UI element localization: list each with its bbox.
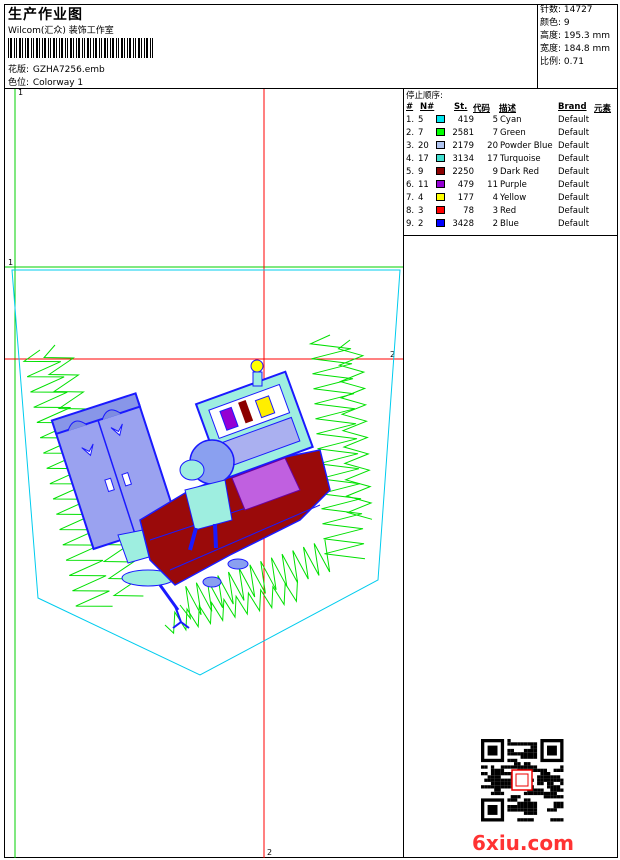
marker-h1: 1	[8, 258, 13, 267]
slipper-left	[202, 576, 222, 588]
watermark: 6xiu.com	[472, 831, 574, 855]
slipper-right	[227, 558, 249, 570]
marker-v1: 1	[18, 88, 23, 97]
seal-stamp	[511, 769, 533, 791]
lamp-bulb-shape	[250, 359, 264, 387]
design-canvas: 1 1 2 2 6xiu.com	[5, 88, 574, 858]
marker-v2: 2	[267, 848, 272, 857]
